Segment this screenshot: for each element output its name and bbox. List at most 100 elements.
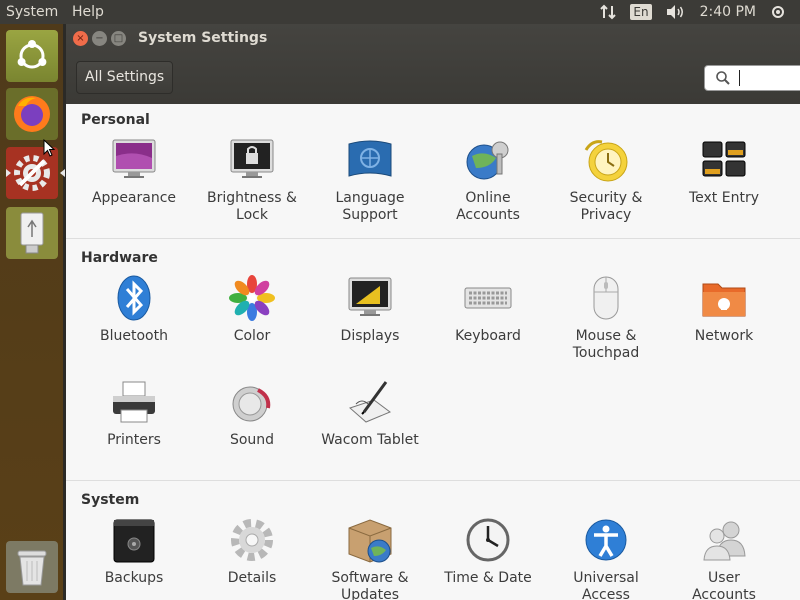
search-field[interactable]	[704, 65, 800, 91]
close-button[interactable]: ×	[73, 31, 88, 46]
text-entry-icon	[700, 136, 748, 184]
appearance-item[interactable]: Appearance	[75, 136, 193, 207]
users-icon	[700, 516, 748, 564]
time-date-item[interactable]: Time & Date	[429, 516, 547, 587]
section-divider	[66, 238, 800, 239]
mouse-pointer-icon	[43, 139, 55, 157]
network-folder-icon	[700, 274, 748, 322]
backups-label: Backups	[104, 570, 164, 586]
security-privacy-label: Security & Privacy	[547, 190, 665, 224]
wacom-tablet-item[interactable]: Wacom Tablet	[311, 378, 429, 449]
indicator-area: En 2:40 PM	[600, 0, 800, 24]
software-updates-icon	[346, 516, 394, 564]
keyboard-item[interactable]: Keyboard	[429, 274, 547, 345]
all-settings-button[interactable]: All Settings	[76, 61, 174, 94]
wacom-tablet-icon	[346, 378, 394, 426]
wacom-tablet-label: Wacom Tablet	[321, 432, 419, 448]
security-privacy-icon	[582, 136, 630, 184]
displays-label: Displays	[340, 328, 400, 344]
section-system-title: System	[81, 492, 140, 508]
universal-access-item[interactable]: Universal Access	[547, 516, 665, 600]
language-label-line2: Support	[342, 207, 398, 223]
online-label-line2: Accounts	[456, 207, 520, 223]
bluetooth-icon	[110, 274, 158, 322]
universal-access-label: Universal Access	[547, 570, 665, 600]
usb-drive-icon	[20, 212, 44, 254]
keyboard-icon	[464, 274, 512, 322]
bluetooth-label: Bluetooth	[100, 328, 168, 344]
sound-label: Sound	[229, 432, 275, 448]
launcher	[0, 24, 65, 600]
software-updates-item[interactable]: Software & Updates	[311, 516, 429, 600]
ubuntu-logo-icon	[17, 40, 47, 69]
launcher-dash-button[interactable]	[6, 30, 58, 82]
mouse-label-line1: Mouse &	[575, 328, 637, 344]
launcher-usb-drive-button[interactable]	[6, 207, 58, 259]
mouse-touchpad-item[interactable]: Mouse & Touchpad	[547, 274, 665, 362]
settings-grid: Personal Appearance Brightness & Lock Lan…	[66, 104, 800, 600]
app-menu[interactable]: System	[6, 4, 58, 20]
universal-access-icon	[582, 516, 630, 564]
printers-item[interactable]: Printers	[75, 378, 193, 449]
settings-gear-icon	[14, 155, 50, 191]
text-caret	[739, 70, 740, 86]
clock-icon	[464, 516, 512, 564]
security-label-line2: Privacy	[580, 207, 632, 223]
color-item[interactable]: Color	[193, 274, 311, 345]
brightness-lock-label: Brightness & Lock	[193, 190, 311, 224]
backups-safe-icon	[110, 516, 158, 564]
security-privacy-item[interactable]: Security & Privacy	[547, 136, 665, 224]
titlebar: × − □ System Settings All Settings	[66, 24, 800, 104]
user-label-line2: Accounts	[692, 587, 756, 600]
brightness-lock-item[interactable]: Brightness & Lock	[193, 136, 311, 224]
displays-icon	[346, 274, 394, 322]
printers-label: Printers	[107, 432, 161, 448]
speaker-icon	[228, 378, 276, 426]
user-accounts-item[interactable]: User Accounts	[665, 516, 783, 600]
text-entry-label: Text Entry	[688, 190, 759, 206]
user-accounts-label: User Accounts	[665, 570, 783, 600]
user-label-line1: User	[708, 570, 740, 586]
clock[interactable]: 2:40 PM	[700, 4, 756, 20]
power-gear-icon[interactable]	[770, 4, 786, 20]
launcher-firefox-button[interactable]	[6, 88, 58, 140]
bluetooth-item[interactable]: Bluetooth	[75, 274, 193, 345]
top-panel: System Help En 2:40 PM	[0, 0, 800, 24]
details-label: Details	[227, 570, 277, 586]
text-entry-item[interactable]: Text Entry	[665, 136, 783, 207]
running-indicator	[6, 169, 11, 177]
firefox-icon	[14, 96, 50, 132]
security-label-line1: Security &	[569, 190, 643, 206]
help-menu[interactable]: Help	[72, 4, 104, 20]
color-icon	[228, 274, 276, 322]
language-support-icon	[346, 136, 394, 184]
brightness-lock-icon	[228, 136, 276, 184]
search-icon	[716, 71, 730, 85]
online-accounts-label: Online Accounts	[429, 190, 547, 224]
network-item[interactable]: Network	[665, 274, 783, 345]
window-title: System Settings	[138, 30, 268, 46]
network-indicator-icon[interactable]	[600, 4, 617, 20]
section-hardware-title: Hardware	[81, 250, 158, 266]
sound-item[interactable]: Sound	[193, 378, 311, 449]
brightness-label-line1: Brightness &	[207, 190, 297, 206]
network-label: Network	[694, 328, 754, 344]
volume-icon[interactable]	[666, 4, 686, 20]
details-gear-icon	[228, 516, 276, 564]
launcher-trash-button[interactable]	[6, 541, 58, 593]
section-personal-title: Personal	[81, 112, 150, 128]
language-support-item[interactable]: Language Support	[311, 136, 429, 224]
backups-item[interactable]: Backups	[75, 516, 193, 587]
maximize-button[interactable]: □	[111, 31, 126, 46]
section-divider	[66, 480, 800, 481]
time-date-label: Time & Date	[444, 570, 532, 586]
keyboard-layout-indicator[interactable]: En	[630, 4, 652, 20]
details-item[interactable]: Details	[193, 516, 311, 587]
appearance-label: Appearance	[91, 190, 177, 206]
mouse-icon	[582, 274, 630, 322]
displays-item[interactable]: Displays	[311, 274, 429, 345]
software-label-line2: Updates	[341, 587, 399, 600]
minimize-button[interactable]: −	[92, 31, 107, 46]
appearance-icon	[110, 136, 158, 184]
online-accounts-item[interactable]: Online Accounts	[429, 136, 547, 224]
